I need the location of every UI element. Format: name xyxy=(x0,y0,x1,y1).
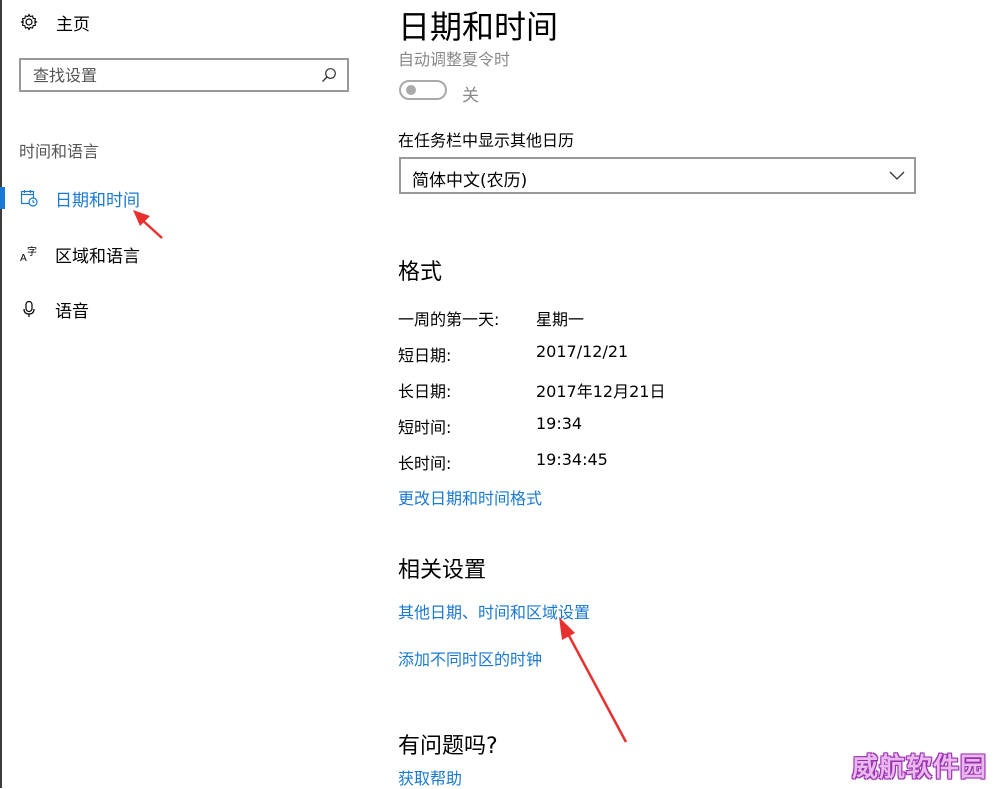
calendar-dropdown[interactable]: 简体中文(农历) xyxy=(399,157,916,194)
format-key: 短时间: xyxy=(398,418,452,437)
related-settings-heading: 相关设置 xyxy=(398,558,487,583)
format-value: 2017/12/21 xyxy=(536,342,629,361)
calendar-dropdown-value: 简体中文(农历) xyxy=(412,171,528,191)
toggle-knob xyxy=(406,85,416,95)
add-clocks-link[interactable]: 添加不同时区的时钟 xyxy=(398,646,542,670)
calendar-label: 在任务栏中显示其他日历 xyxy=(398,131,575,150)
format-value: 星期一 xyxy=(536,310,585,329)
change-format-link[interactable]: 更改日期和时间格式 xyxy=(398,485,542,509)
home-label: 主页 xyxy=(56,14,90,35)
window-left-edge xyxy=(0,0,2,788)
annotation-arrow-related-link xyxy=(559,617,628,743)
format-key: 短日期: xyxy=(398,346,452,365)
dst-toggle-state: 关 xyxy=(462,86,479,106)
watermark: 威航软件园 xyxy=(852,753,988,783)
format-key: 长时间: xyxy=(398,454,452,473)
sidebar-item-label: 日期和时间 xyxy=(55,190,140,211)
dst-label: 自动调整夏令时 xyxy=(398,50,511,69)
format-key: 一周的第一天: xyxy=(398,310,500,329)
language-icon: A 字 xyxy=(20,245,37,263)
svg-text:字: 字 xyxy=(27,245,37,258)
format-value: 19:34:45 xyxy=(536,450,608,469)
search-box[interactable] xyxy=(19,58,349,92)
annotation-arrow-sidebar xyxy=(133,210,163,239)
gear-icon xyxy=(20,13,38,31)
search-input[interactable] xyxy=(33,64,313,86)
dst-toggle[interactable] xyxy=(399,80,447,100)
help-heading: 有问题吗? xyxy=(398,734,498,759)
microphone-icon xyxy=(23,300,35,317)
calendar-clock-icon xyxy=(20,190,38,207)
get-help-link[interactable]: 获取帮助 xyxy=(398,765,462,789)
sidebar-item-label: 区域和语言 xyxy=(55,246,140,267)
format-heading: 格式 xyxy=(398,260,443,285)
search-icon[interactable] xyxy=(321,67,337,83)
active-indicator xyxy=(0,187,5,209)
additional-date-time-region-link[interactable]: 其他日期、时间和区域设置 xyxy=(398,599,590,623)
svg-text:A: A xyxy=(20,253,27,263)
sidebar-item-label: 语音 xyxy=(55,301,89,322)
chevron-down-icon xyxy=(889,171,905,180)
format-key: 长日期: xyxy=(398,382,452,401)
sidebar-section-title: 时间和语言 xyxy=(19,142,100,161)
format-value: 2017年12月21日 xyxy=(536,382,666,401)
page-title: 日期和时间 xyxy=(398,8,559,46)
home-nav-item[interactable]: 主页 xyxy=(20,8,90,36)
format-value: 19:34 xyxy=(536,414,583,433)
